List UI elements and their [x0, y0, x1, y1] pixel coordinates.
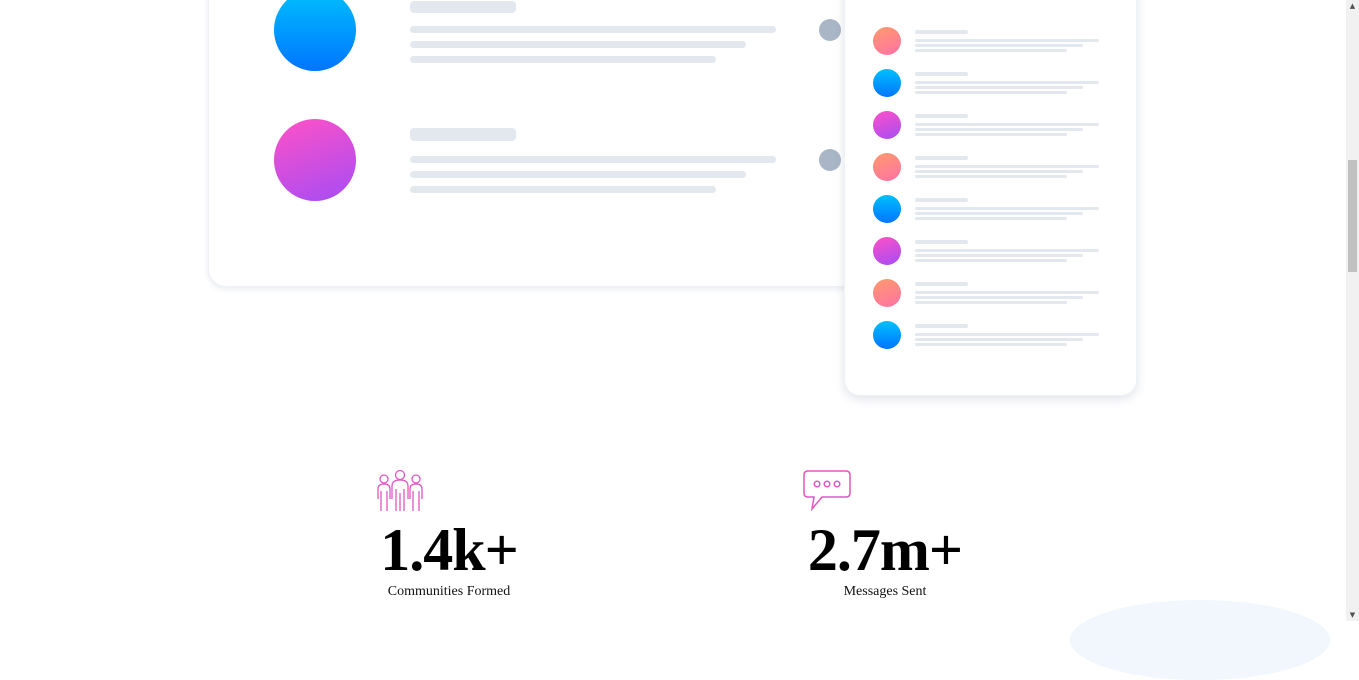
avatar: [873, 111, 901, 139]
scroll-down-arrow[interactable]: ▼: [1346, 609, 1359, 621]
illustration-side-card: [844, 0, 1137, 396]
stat-messages: 2.7m+ Messages Sent: [786, 520, 984, 600]
placeholder-bar: [410, 186, 716, 193]
scroll-thumb[interactable]: [1348, 160, 1357, 272]
list-item: [873, 195, 1113, 225]
avatar: [873, 27, 901, 55]
avatar: [873, 237, 901, 265]
avatar: [873, 195, 901, 223]
avatar: [873, 153, 901, 181]
stat-label: Communities Formed: [387, 584, 511, 599]
list-item: [873, 111, 1113, 141]
placeholder-bar: [410, 26, 776, 33]
placeholder-bar: [410, 128, 516, 141]
placeholder-bar: [410, 1, 516, 13]
stat-value: 2.7m+: [807, 517, 963, 583]
scroll-up-arrow[interactable]: ▲: [1346, 0, 1359, 12]
placeholder-bar: [410, 56, 716, 63]
stat-communities: 1.4k+ Communities Formed: [352, 520, 546, 600]
illustration-main-card: [208, 0, 870, 287]
communities-icon: [376, 469, 424, 518]
messages-icon: [802, 469, 852, 518]
background-blob: [1070, 600, 1330, 680]
placeholder-bar: [410, 41, 746, 48]
avatar: [274, 0, 356, 71]
scrollbar[interactable]: ▲ ▼: [1346, 0, 1359, 621]
avatar: [873, 321, 901, 349]
status-dot: [819, 149, 841, 171]
avatar: [873, 279, 901, 307]
list-item: [873, 321, 1113, 351]
list-item: [873, 153, 1113, 183]
list-item: [873, 27, 1113, 57]
placeholder-bar: [410, 171, 746, 178]
avatar: [873, 69, 901, 97]
list-item: [873, 237, 1113, 267]
list-item: [873, 279, 1113, 309]
list-item: [873, 69, 1113, 99]
stat-value: 1.4k+: [380, 517, 519, 583]
stat-label: Messages Sent: [843, 584, 927, 599]
avatar: [274, 119, 356, 201]
placeholder-bar: [410, 156, 776, 163]
status-dot: [819, 19, 841, 41]
